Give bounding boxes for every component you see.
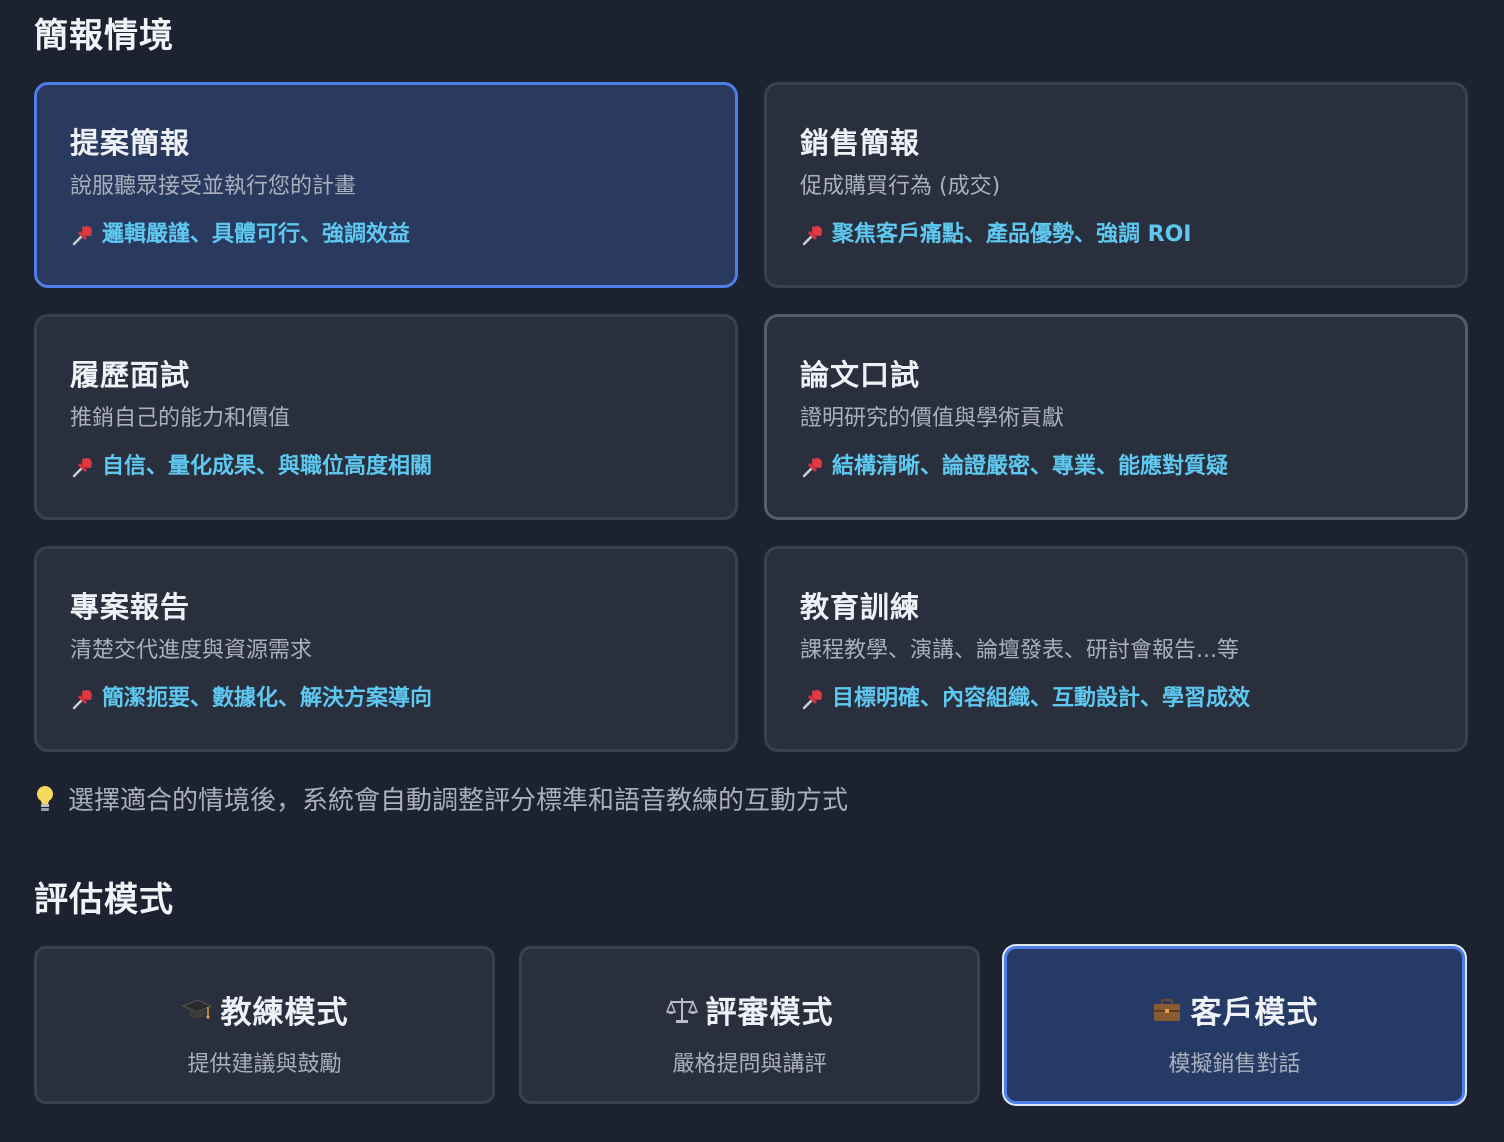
- lightbulb-icon: [37, 785, 53, 811]
- mode-desc: 模擬銷售對話: [1168, 1052, 1301, 1077]
- scenario-card-title: 提案簡報: [70, 126, 191, 160]
- mode-card-judge[interactable]: 評審模式 嚴格提問與講評: [519, 946, 980, 1104]
- scenario-card-tip-row: 邏輯嚴謹、具體可行、強調效益: [70, 221, 735, 249]
- scenario-card-tip: 結構清晰、論證嚴密、專業、能應對質疑: [832, 454, 1229, 479]
- scenario-card-tip-row: 自信、量化成果、與職位高度相關: [70, 453, 735, 481]
- scenario-grid: 提案簡報 說服聽眾接受並執行您的計畫 邏輯嚴謹、具體可行、強調效益 銷售簡報 促…: [34, 82, 1468, 752]
- scenario-card-title: 教育訓練: [800, 590, 921, 624]
- mode-card-client[interactable]: 客戶模式 模擬銷售對話: [1004, 946, 1465, 1104]
- scenario-section-title: 簡報情境: [34, 16, 174, 56]
- scenario-card-training[interactable]: 教育訓練 課程教學、演講、論壇發表、研討會報告...等 目標明確、內容組織、互動…: [764, 546, 1468, 752]
- pushpin-icon: [802, 690, 822, 710]
- pushpin-icon: [72, 690, 92, 710]
- scenario-card-proposal[interactable]: 提案簡報 說服聽眾接受並執行您的計畫 邏輯嚴謹、具體可行、強調效益: [34, 82, 738, 288]
- scenario-card-title: 論文口試: [800, 358, 921, 392]
- scenario-card-tip: 自信、量化成果、與職位高度相關: [102, 454, 433, 479]
- mode-title: 客戶模式: [1190, 995, 1319, 1031]
- mode-title: 教練模式: [220, 995, 349, 1031]
- scenario-card-title: 專案報告: [70, 590, 191, 624]
- scenario-card-thesis-defense[interactable]: 論文口試 證明研究的價值與學術貢獻 結構清晰、論證嚴密、專業、能應對質疑: [764, 314, 1468, 520]
- scenario-hint-text: 選擇適合的情境後，系統會自動調整評分標準和語音教練的互動方式: [68, 786, 849, 816]
- scenario-card-desc: 課程教學、演講、論壇發表、研討會報告...等: [800, 638, 1239, 663]
- scenario-card-title: 銷售簡報: [800, 126, 921, 160]
- scenario-card-tip: 聚焦客戶痛點、產品優勢、強調 ROI: [832, 222, 1192, 247]
- pushpin-icon: [72, 226, 92, 246]
- scenario-hint: 選擇適合的情境後，系統會自動調整評分標準和語音教練的互動方式: [34, 780, 848, 817]
- scenario-card-interview[interactable]: 履歷面試 推銷自己的能力和價值 自信、量化成果、與職位高度相關: [34, 314, 738, 520]
- scenario-card-desc: 證明研究的價值與學術貢獻: [800, 406, 1065, 431]
- scenario-card-desc: 推銷自己的能力和價值: [70, 406, 291, 431]
- mode-grid: 教練模式 提供建議與鼓勵 評審模式 嚴格提問與講評 客戶模式 模擬銷售對話: [34, 946, 1465, 1104]
- scenario-card-tip-row: 結構清晰、論證嚴密、專業、能應對質疑: [800, 453, 1465, 481]
- mode-title-row: 客戶模式: [1151, 987, 1319, 1032]
- briefcase-icon: [1153, 998, 1180, 1021]
- mode-desc: 嚴格提問與講評: [672, 1052, 827, 1077]
- scenario-card-sales[interactable]: 銷售簡報 促成購買行為 (成交) 聚焦客戶痛點、產品優勢、強調 ROI: [764, 82, 1468, 288]
- mode-card-coach[interactable]: 教練模式 提供建議與鼓勵: [34, 946, 495, 1104]
- scenario-card-title: 履歷面試: [70, 358, 191, 392]
- scenario-card-tip-row: 簡潔扼要、數據化、解決方案導向: [70, 685, 735, 713]
- scenario-card-tip: 邏輯嚴謹、具體可行、強調效益: [102, 222, 411, 247]
- mode-title-row: 評審模式: [665, 987, 834, 1032]
- mode-title: 評審模式: [705, 995, 834, 1031]
- scenario-card-desc: 清楚交代進度與資源需求: [70, 638, 313, 663]
- graduation-cap-icon: [181, 998, 212, 1019]
- scenario-card-desc: 說服聽眾接受並執行您的計畫: [70, 174, 357, 199]
- mode-desc: 提供建議與鼓勵: [187, 1052, 342, 1077]
- scenario-card-desc: 促成購買行為 (成交): [800, 174, 1001, 199]
- pushpin-icon: [802, 458, 822, 478]
- mode-title-row: 教練模式: [181, 987, 349, 1032]
- pushpin-icon: [802, 226, 822, 246]
- settings-page: 簡報情境 提案簡報 說服聽眾接受並執行您的計畫 邏輯嚴謹、具體可行、強調效益 銷…: [0, 0, 1504, 1142]
- scenario-card-tip-row: 目標明確、內容組織、互動設計、學習成效: [800, 685, 1465, 713]
- pushpin-icon: [72, 458, 92, 478]
- scenario-card-tip-row: 聚焦客戶痛點、產品優勢、強調 ROI: [800, 221, 1465, 249]
- scales-icon: [665, 997, 698, 1023]
- scenario-card-tip: 簡潔扼要、數據化、解決方案導向: [102, 686, 433, 711]
- mode-section-title: 評估模式: [34, 880, 174, 920]
- scenario-card-tip: 目標明確、內容組織、互動設計、學習成效: [832, 686, 1251, 711]
- scenario-card-project-report[interactable]: 專案報告 清楚交代進度與資源需求 簡潔扼要、數據化、解決方案導向: [34, 546, 738, 752]
